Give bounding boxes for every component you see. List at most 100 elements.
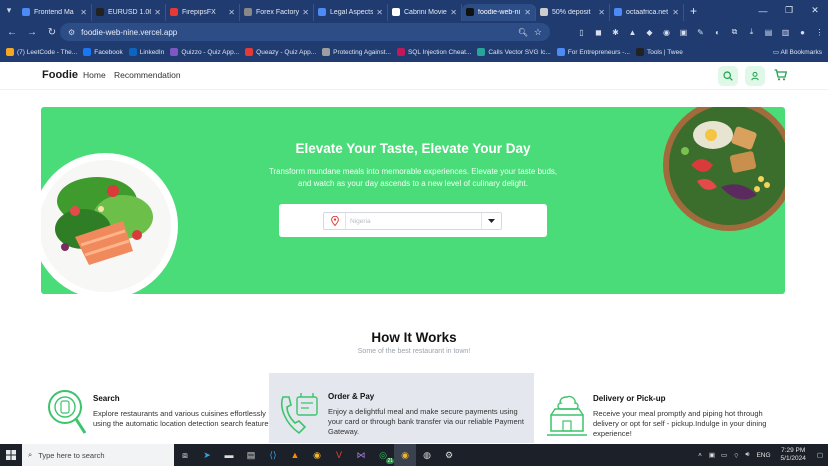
salad-bowl-image-right bbox=[661, 107, 785, 240]
chrome-active-icon[interactable]: ◉ bbox=[394, 444, 416, 466]
browser-tab[interactable]: Cabrini Movie ✕ bbox=[388, 3, 462, 21]
tab-search-icon[interactable]: ▾ bbox=[0, 0, 18, 21]
browser-tab[interactable]: octaafrica.net ✕ bbox=[610, 3, 684, 21]
browser-tab[interactable]: foodie-web-ni ✕ bbox=[462, 3, 536, 21]
tab-close-icon[interactable]: ✕ bbox=[154, 8, 161, 17]
sidebar-icon[interactable]: ▥ bbox=[777, 25, 794, 39]
site-logo[interactable]: Foodie bbox=[42, 69, 78, 81]
task-view-icon[interactable]: ⧈ bbox=[174, 444, 196, 466]
all-bookmarks-button[interactable]: ▭ All Bookmarks bbox=[773, 48, 822, 56]
minimize-icon[interactable]: — bbox=[750, 0, 776, 21]
telegram-icon[interactable]: ➤ bbox=[196, 444, 218, 466]
extension-icon-2[interactable]: ◼ bbox=[590, 25, 607, 39]
tab-close-icon[interactable]: ✕ bbox=[672, 8, 679, 17]
nav-recommendation[interactable]: Recommendation bbox=[114, 70, 181, 80]
zoom-icon[interactable]: 🔍︎ bbox=[518, 28, 528, 37]
extension-icon-1[interactable]: ▯ bbox=[573, 25, 590, 39]
browser-tab[interactable]: FirepipsFX ✕ bbox=[166, 3, 240, 21]
search-button[interactable] bbox=[718, 66, 738, 86]
vlc-icon[interactable]: ▲ bbox=[284, 444, 306, 466]
bookmark-label: SQL Injection Cheat... bbox=[407, 48, 472, 56]
close-window-icon[interactable]: ✕ bbox=[802, 0, 828, 21]
cart-button[interactable] bbox=[774, 68, 788, 86]
new-tab-icon[interactable]: + bbox=[690, 4, 697, 18]
bookmark-star-icon[interactable]: ☆ bbox=[534, 27, 542, 38]
nav-home[interactable]: Home bbox=[83, 70, 106, 80]
location-input[interactable]: Nigeria bbox=[346, 218, 481, 225]
bookmark-item[interactable]: Quizzo - Quiz App... bbox=[170, 48, 239, 56]
bookmark-item[interactable]: LinkedIn bbox=[128, 48, 164, 56]
tab-favicon-icon bbox=[318, 8, 326, 16]
tab-close-icon[interactable]: ✕ bbox=[598, 8, 605, 17]
notepad-icon[interactable]: ▤ bbox=[240, 444, 262, 466]
menu-dots-icon-a[interactable]: ▤ bbox=[760, 25, 777, 39]
notifications-icon[interactable]: ▢ bbox=[817, 451, 823, 459]
tray-app-icon[interactable]: ▣ bbox=[709, 451, 715, 459]
network-icon[interactable]: ⌔ bbox=[733, 451, 739, 460]
extension-icon-3[interactable]: ✱ bbox=[607, 25, 624, 39]
browser-menu-icon[interactable]: ⋮ bbox=[811, 25, 828, 39]
clock[interactable]: 7:29 PM 5/1/2024 bbox=[781, 447, 806, 463]
tab-close-icon[interactable]: ✕ bbox=[450, 8, 457, 17]
bookmark-label: For Entrepreneurs -... bbox=[567, 48, 630, 56]
location-select[interactable]: Nigeria bbox=[323, 212, 502, 230]
extension-icon-5[interactable]: ◆ bbox=[641, 25, 658, 39]
location-search-box: Nigeria bbox=[279, 204, 547, 237]
extensions-puzzle-icon[interactable]: ⧉ bbox=[726, 25, 743, 39]
bookmark-item[interactable]: For Entrepreneurs -... bbox=[556, 48, 630, 56]
step-card-order-pay: Order & Pay Enjoy a delightful meal and … bbox=[269, 373, 534, 443]
browser-tab[interactable]: Frontend Ma ✕ bbox=[18, 3, 92, 21]
extension-icon-9[interactable]: ◐ bbox=[709, 25, 726, 39]
address-bar[interactable]: ⚙ foodie-web-nine.vercel.app 🔍︎ ☆ bbox=[60, 23, 550, 41]
browser-tab[interactable]: 50% deposit ✕ bbox=[536, 3, 610, 21]
tab-close-icon[interactable]: ✕ bbox=[228, 8, 235, 17]
download-icon[interactable]: ⤓ bbox=[743, 25, 760, 39]
bookmark-item[interactable]: SQL Injection Cheat... bbox=[396, 48, 472, 56]
tab-close-icon[interactable]: ✕ bbox=[524, 8, 531, 17]
vscode-icon[interactable]: ⟨⟩ bbox=[262, 444, 284, 466]
tab-title: Frontend Ma bbox=[34, 8, 74, 16]
whatsapp-icon[interactable]: ◎ 21 bbox=[372, 444, 394, 466]
user-button[interactable] bbox=[745, 66, 765, 86]
extension-icon-8[interactable]: ✎ bbox=[692, 25, 709, 39]
location-pin-icon bbox=[324, 213, 346, 229]
obs-icon[interactable]: ◍ bbox=[416, 444, 438, 466]
tab-close-icon[interactable]: ✕ bbox=[302, 8, 309, 17]
battery-icon[interactable]: ▭ bbox=[721, 451, 727, 459]
maximize-icon[interactable]: ❐ bbox=[776, 0, 802, 21]
vs-icon[interactable]: ⋈ bbox=[350, 444, 372, 466]
how-it-works-title: How It Works bbox=[371, 330, 457, 345]
extension-icon-7[interactable]: ▣ bbox=[675, 25, 692, 39]
bookmark-item[interactable]: Protecting Against... bbox=[322, 48, 391, 56]
start-button[interactable] bbox=[0, 444, 22, 466]
browser-tab[interactable]: Legal Aspects ✕ bbox=[314, 3, 388, 21]
chrome-icon[interactable]: ◉ bbox=[306, 444, 328, 466]
tab-close-icon[interactable]: ✕ bbox=[80, 8, 87, 17]
extension-icon-6[interactable]: ◉ bbox=[658, 25, 675, 39]
bookmark-item[interactable]: Facebook bbox=[83, 48, 123, 56]
browser-tab[interactable]: EURUSD 1.06 ✕ bbox=[92, 3, 166, 21]
bookmark-item[interactable]: (7) LeetCode - The... bbox=[6, 48, 77, 56]
tab-title: Cabrini Movie bbox=[404, 8, 447, 16]
url-text: foodie-web-nine.vercel.app bbox=[81, 27, 178, 37]
tray-chevron-icon[interactable]: ˄ bbox=[698, 452, 702, 459]
site-info-icon[interactable]: ⚙ bbox=[68, 28, 75, 37]
settings-gear-icon[interactable]: ⚙ bbox=[438, 444, 460, 466]
language-indicator[interactable]: ENG bbox=[756, 452, 770, 459]
reload-icon[interactable]: ↻ bbox=[44, 27, 60, 38]
tab-close-icon[interactable]: ✕ bbox=[376, 8, 383, 17]
bookmark-item[interactable]: Calls Vector SVG Ic... bbox=[477, 48, 551, 56]
forward-icon[interactable]: → bbox=[24, 27, 40, 38]
bookmark-item[interactable]: Tools | Twee bbox=[635, 48, 683, 56]
brave-icon[interactable]: V bbox=[328, 444, 350, 466]
extension-icon-4[interactable]: ▲ bbox=[624, 25, 641, 39]
browser-tab[interactable]: Forex Factory ✕ bbox=[240, 3, 314, 21]
back-icon[interactable]: ← bbox=[4, 27, 20, 38]
terminal-icon[interactable]: ▬ bbox=[218, 444, 240, 466]
taskbar-search-box[interactable]: ⌕ Type here to search bbox=[22, 444, 174, 466]
dropdown-caret-icon[interactable] bbox=[481, 213, 501, 229]
volume-icon[interactable]: 🔊︎ bbox=[745, 451, 749, 459]
profile-avatar-icon[interactable]: ● bbox=[794, 25, 811, 39]
system-tray: ˄ ▣ ▭ ⌔ 🔊︎ ENG 7:29 PM 5/1/2024 ▢ bbox=[694, 444, 828, 466]
bookmark-item[interactable]: Queazy - Quiz App... bbox=[245, 48, 316, 56]
